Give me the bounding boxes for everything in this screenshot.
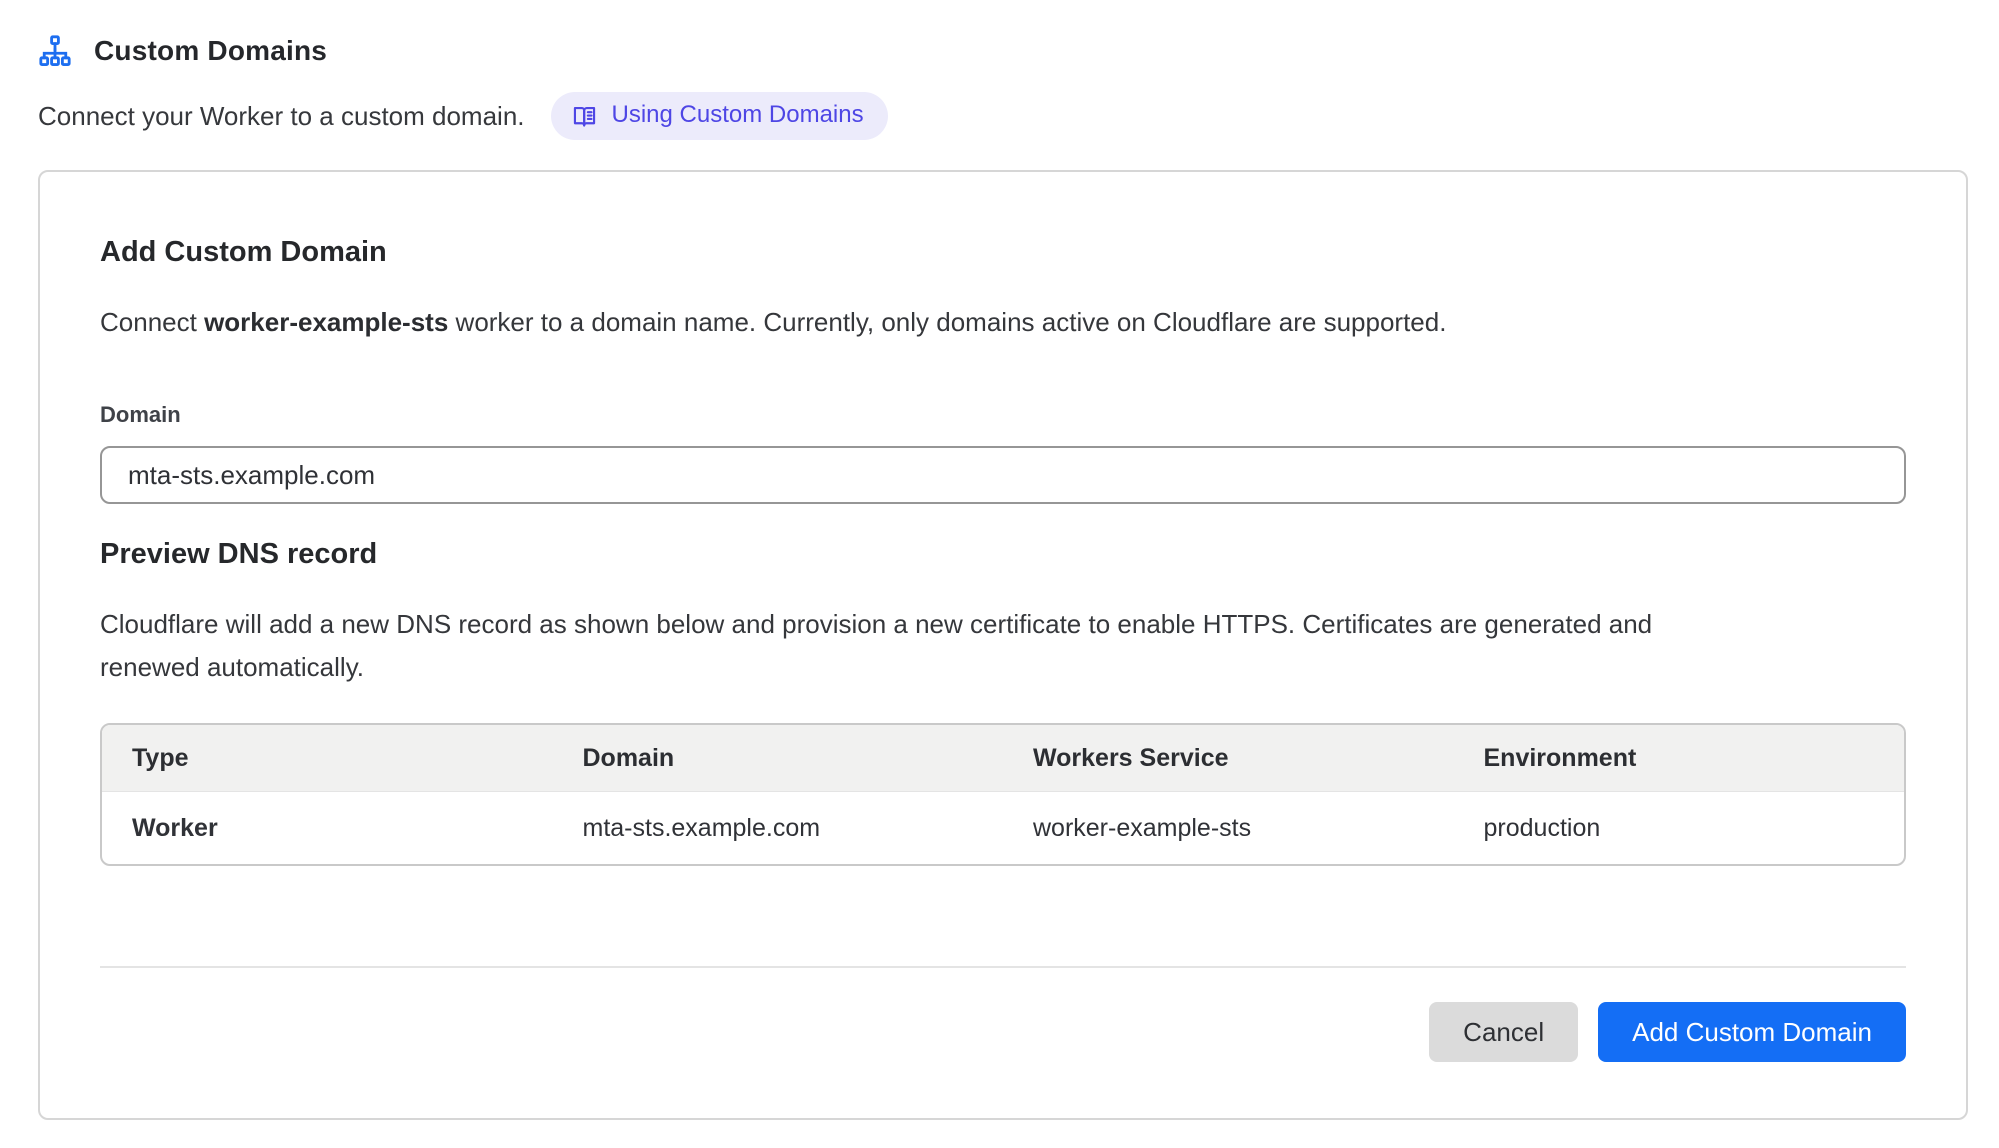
page-subtitle: Connect your Worker to a custom domain. bbox=[38, 101, 525, 132]
dns-preview-table: Type Domain Workers Service Environment … bbox=[100, 723, 1906, 866]
preview-dns-description: Cloudflare will add a new DNS record as … bbox=[100, 603, 1660, 689]
column-header-type: Type bbox=[102, 725, 553, 791]
card-description: Connect worker-example-sts worker to a d… bbox=[100, 307, 1906, 338]
domain-input[interactable] bbox=[100, 446, 1906, 504]
table-row: Worker mta-sts.example.com worker-exampl… bbox=[102, 792, 1904, 864]
add-custom-domain-button[interactable]: Add Custom Domain bbox=[1598, 1002, 1906, 1062]
description-suffix: worker to a domain name. Currently, only… bbox=[448, 307, 1446, 337]
docs-badge-label: Using Custom Domains bbox=[612, 101, 864, 129]
actions-bar: Cancel Add Custom Domain bbox=[100, 1002, 1906, 1062]
table-header-row: Type Domain Workers Service Environment bbox=[102, 725, 1904, 792]
open-book-icon bbox=[571, 103, 598, 130]
worker-name: worker-example-sts bbox=[204, 307, 448, 337]
cell-domain: mta-sts.example.com bbox=[553, 792, 1004, 864]
cell-type: Worker bbox=[102, 792, 553, 864]
domain-field-label: Domain bbox=[100, 402, 1906, 428]
column-header-workers-service: Workers Service bbox=[1003, 725, 1454, 791]
actions-divider bbox=[100, 966, 1906, 968]
preview-dns-heading: Preview DNS record bbox=[100, 538, 1906, 571]
custom-domains-page: Custom Domains Connect your Worker to a … bbox=[0, 0, 1999, 1148]
page-title: Custom Domains bbox=[94, 35, 327, 67]
column-header-domain: Domain bbox=[553, 725, 1004, 791]
page-header: Custom Domains bbox=[38, 30, 1961, 68]
card-heading: Add Custom Domain bbox=[100, 236, 1906, 269]
subtitle-row: Connect your Worker to a custom domain. … bbox=[38, 92, 1961, 140]
cancel-button[interactable]: Cancel bbox=[1429, 1002, 1578, 1062]
cell-workers-service: worker-example-sts bbox=[1003, 792, 1454, 864]
column-header-environment: Environment bbox=[1454, 725, 1905, 791]
docs-badge-link[interactable]: Using Custom Domains bbox=[551, 92, 888, 140]
cell-environment: production bbox=[1454, 792, 1905, 864]
add-custom-domain-card: Add Custom Domain Connect worker-example… bbox=[38, 170, 1968, 1120]
description-prefix: Connect bbox=[100, 307, 204, 337]
sitemap-icon bbox=[38, 34, 72, 68]
